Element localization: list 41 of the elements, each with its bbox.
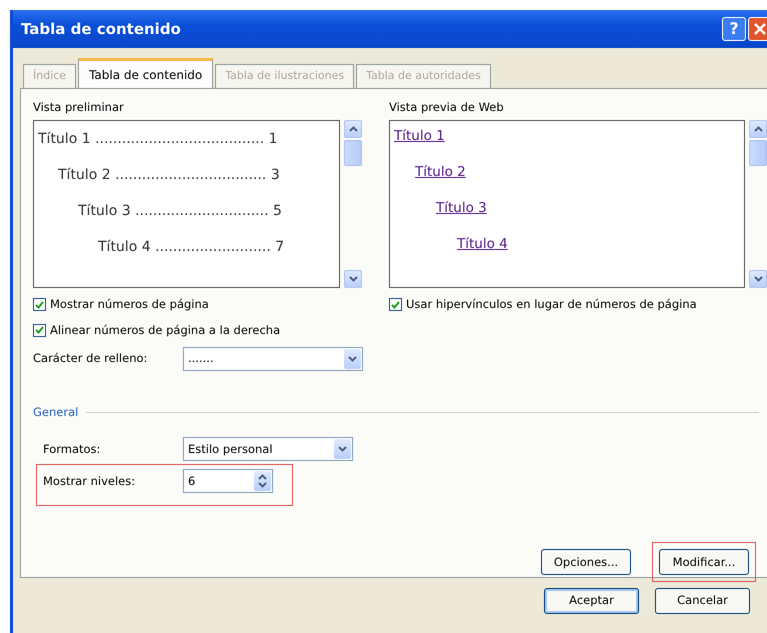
checkbox-label[interactable]: Usar hipervínculos en lugar de números de página (406, 296, 697, 314)
toc-entry: Título 1 ...................................... 1 (38, 130, 278, 149)
scroll-thumb[interactable] (344, 140, 362, 166)
help-button[interactable]: ? (722, 17, 746, 41)
field-label: Carácter de relleno: (33, 350, 148, 368)
close-button[interactable] (748, 17, 767, 41)
scroll-down-button[interactable] (344, 270, 362, 288)
checkbox[interactable] (33, 324, 46, 337)
formats-dropdown[interactable]: Estilo personal (183, 437, 353, 462)
spin-arrows-icon (258, 474, 267, 488)
dialog-button[interactable]: Cancelar (655, 588, 750, 614)
toc-entry: Título 4 .......................... 7 (98, 238, 284, 257)
caret-icon (338, 446, 347, 452)
window-title: Tabla de contenido (21, 18, 181, 40)
preview-label: Vista preliminar (33, 99, 125, 116)
dialog-button[interactable]: Opciones... (541, 549, 631, 576)
field-label: Mostrar niveles: (43, 472, 136, 490)
toc-link[interactable]: Título 4 (457, 229, 508, 266)
checkbox[interactable] (389, 298, 402, 312)
checkbox-label[interactable]: Mostrar números de página (50, 296, 209, 314)
dialog-button[interactable]: Modificar... (659, 549, 749, 576)
scroll-up-button[interactable] (749, 120, 767, 138)
tab[interactable]: Tabla de contenido (78, 58, 214, 88)
preview-label: Vista previa de Web (389, 99, 505, 116)
close-icon (753, 22, 767, 36)
caret-icon (348, 356, 357, 362)
scroll-down-button[interactable] (749, 270, 767, 288)
field-label: Formatos: (43, 440, 102, 458)
group-label: General (33, 404, 78, 421)
checkbox[interactable] (33, 298, 46, 312)
toc-link[interactable]: Título 3 (436, 193, 487, 230)
scroll-up-button[interactable] (344, 120, 362, 138)
scroll-thumb[interactable] (749, 140, 767, 166)
fill-character-dropdown[interactable]: ....... (183, 346, 363, 371)
toc-link[interactable]: Título 1 (394, 121, 445, 158)
checkbox-label[interactable]: Alinear números de página a la derecha (50, 322, 280, 339)
levels-spinner[interactable]: 6 (183, 469, 273, 494)
toc-entry: Título 3 .............................. 5 (78, 202, 282, 221)
dialog-button[interactable]: Aceptar (544, 588, 639, 614)
toc-entry: Título 2 .................................. 3 (58, 166, 280, 185)
toc-link[interactable]: Título 2 (415, 157, 466, 194)
